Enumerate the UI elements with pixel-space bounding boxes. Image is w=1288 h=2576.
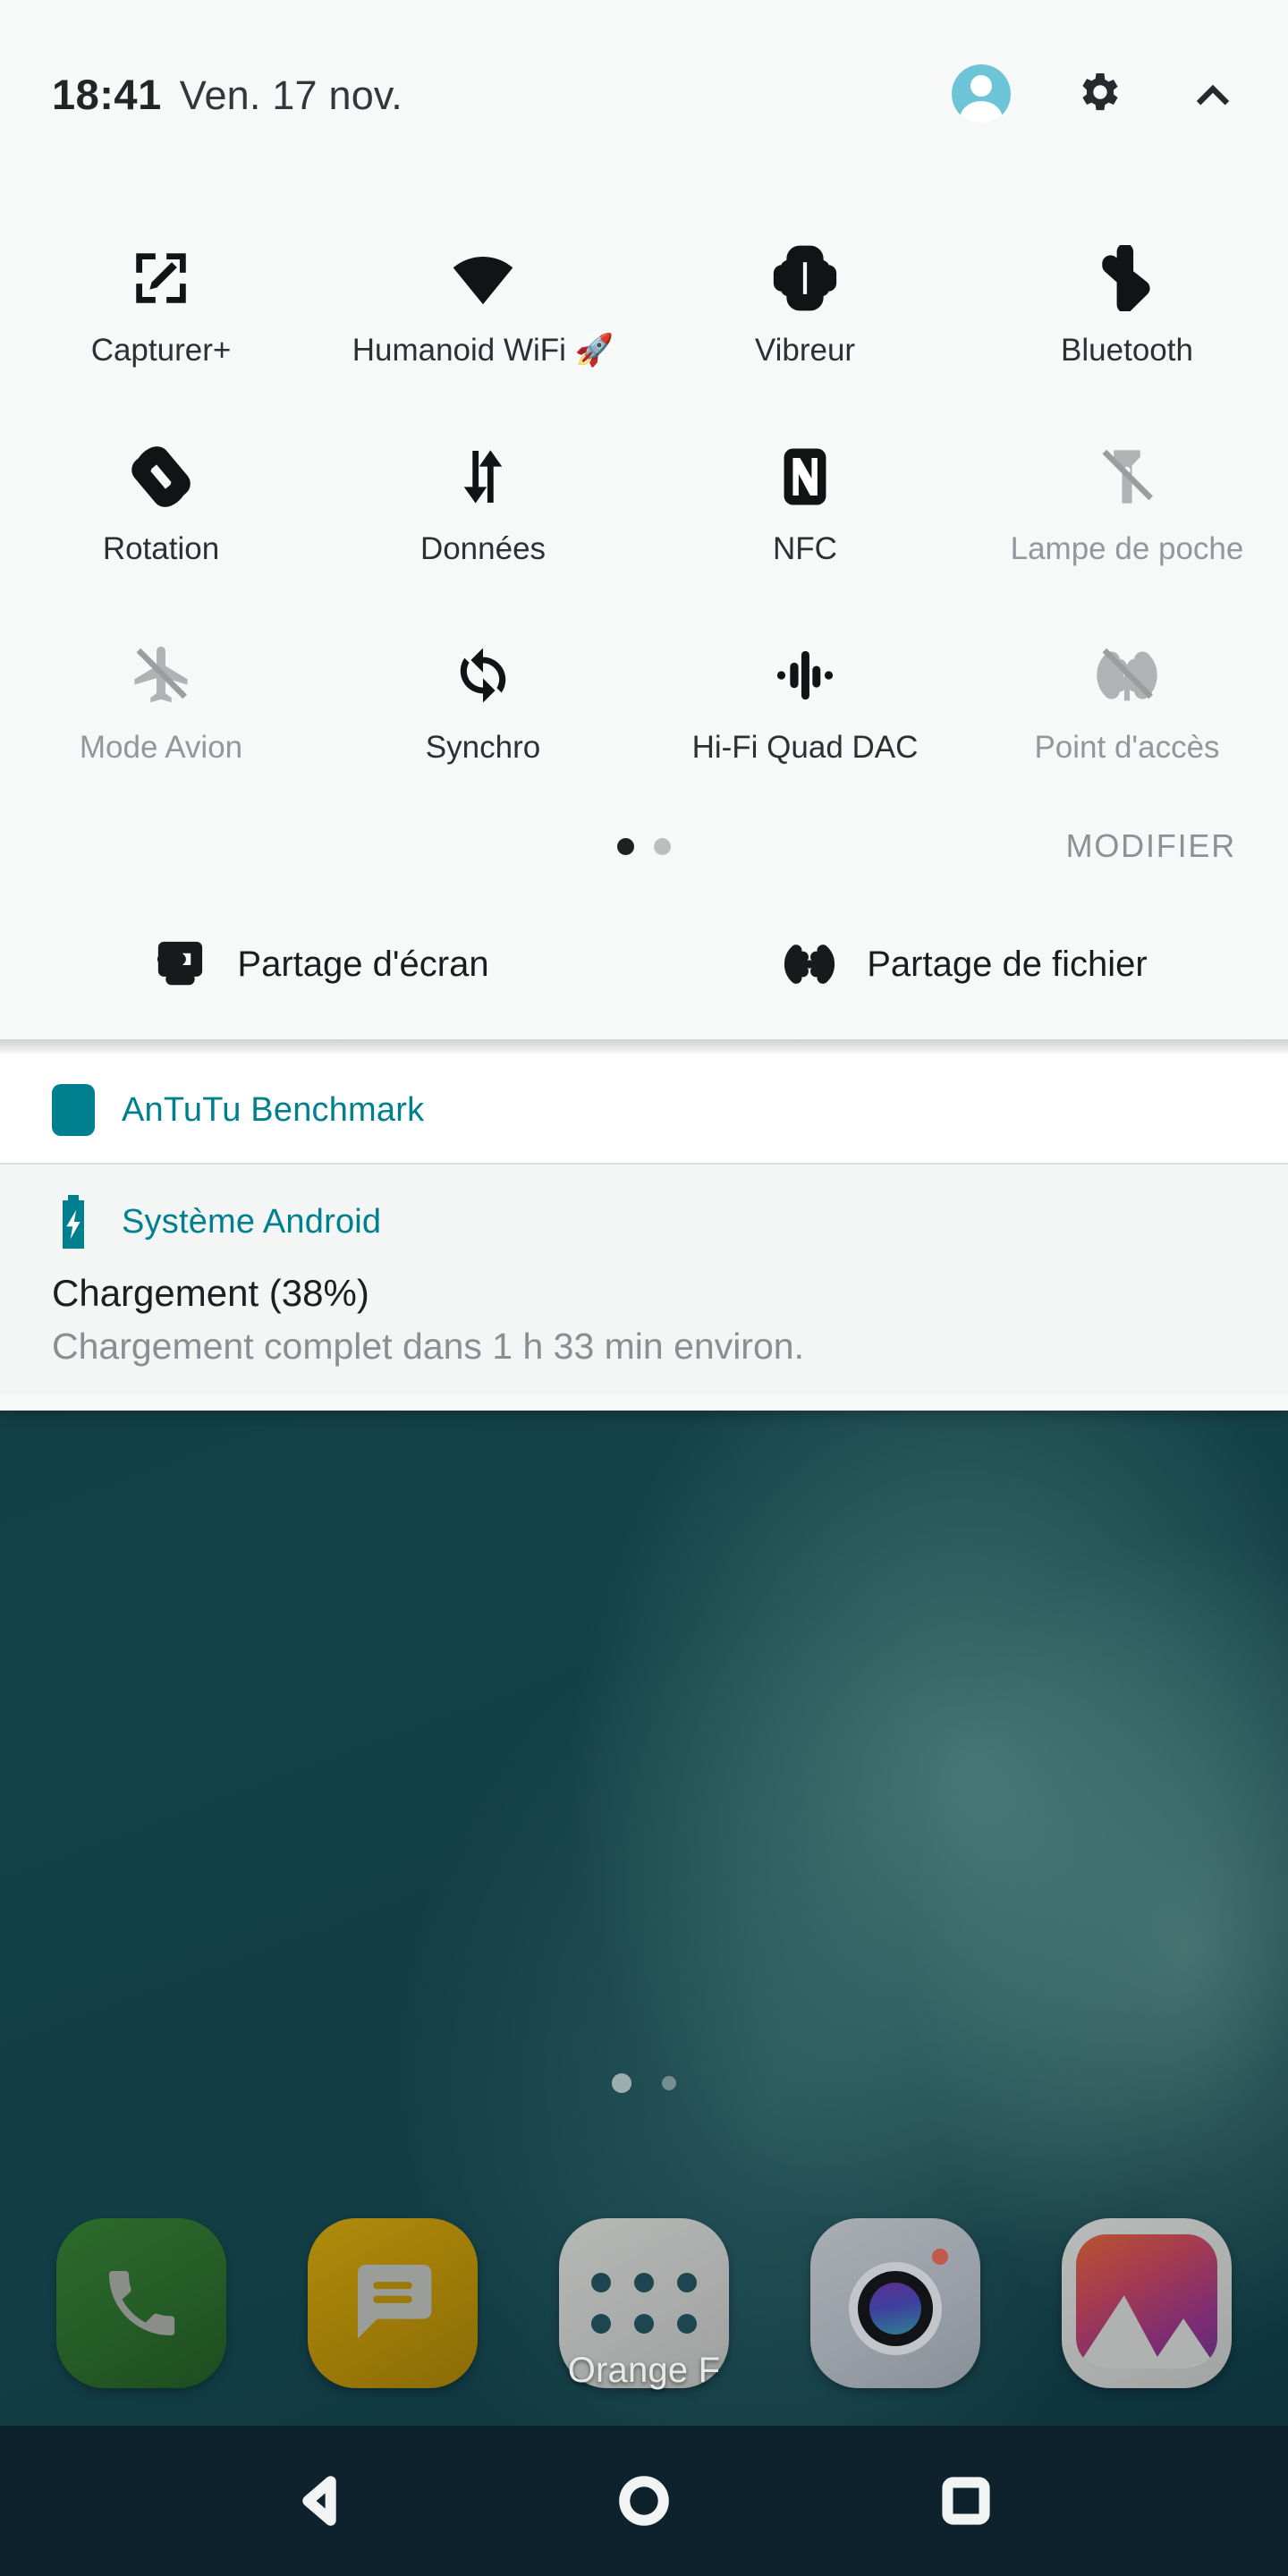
- qs-tile-lampe-de-poche[interactable]: Lampe de poche: [966, 406, 1288, 605]
- notification-header: AnTuTu Benchmark: [52, 1084, 1236, 1136]
- quick-settings-pager: MODIFIER: [0, 803, 1288, 889]
- chevron-up-icon[interactable]: [1190, 69, 1236, 120]
- hotspot-off-icon: [1094, 637, 1160, 714]
- vibrate-icon: [772, 240, 838, 317]
- gear-icon[interactable]: [1075, 67, 1125, 122]
- antutu-app-icon: [52, 1084, 95, 1136]
- user-avatar-icon[interactable]: [952, 64, 1011, 123]
- navigation-bar: [0, 2426, 1288, 2576]
- shade-drop-shadow: [0, 1039, 1288, 1054]
- status-date[interactable]: Ven. 17 nov.: [180, 72, 402, 119]
- airplane-off-icon: [128, 637, 194, 714]
- home-circle-icon[interactable]: [590, 2447, 698, 2555]
- android-notification-shade-screen: Orange F 18:41 Ven. 17 nov. Capturer+ Hu…: [0, 0, 1288, 2576]
- qs-tile-label: Humanoid WiFi 🚀: [352, 333, 614, 368]
- flashlight-off-icon: [1094, 438, 1160, 515]
- notification-systeme-android[interactable]: Système Android Chargement (38%) Chargem…: [0, 1165, 1288, 1394]
- file-share-icon: [784, 945, 835, 984]
- share-label: Partage d'écran: [237, 944, 489, 984]
- qs-tile-nfc[interactable]: NFC: [644, 406, 966, 605]
- status-time[interactable]: 18:41: [52, 70, 162, 119]
- home-page-dot-active[interactable]: [612, 2073, 631, 2093]
- quick-settings-shade: 18:41 Ven. 17 nov. Capturer+ Humanoid Wi…: [0, 0, 1288, 1411]
- battery-charging-icon: [63, 1195, 84, 1249]
- quick-settings-tiles: Capturer+ Humanoid WiFi 🚀 Vibreur Blueto…: [0, 188, 1288, 803]
- qs-tile-wifi[interactable]: Humanoid WiFi 🚀: [322, 208, 644, 406]
- nfc-icon: [772, 438, 838, 515]
- qs-tile-synchro[interactable]: Synchro: [322, 605, 644, 803]
- app-drawer-dots: [591, 2273, 697, 2334]
- waveform-icon: [772, 637, 838, 714]
- wifi-icon: [450, 240, 516, 317]
- qs-tile-rotation[interactable]: Rotation: [0, 406, 322, 605]
- qs-tile-label: Capturer+: [90, 333, 232, 368]
- notification-body: Chargement complet dans 1 h 33 min envir…: [52, 1326, 804, 1367]
- qs-tile-capturer-plus[interactable]: Capturer+: [0, 208, 322, 406]
- back-triangle-icon[interactable]: [268, 2447, 376, 2555]
- qs-page-dot-active[interactable]: [617, 837, 634, 855]
- clock-and-date[interactable]: 18:41 Ven. 17 nov.: [52, 70, 402, 119]
- home-page-indicator: [0, 2073, 1288, 2093]
- notification-list: AnTuTu Benchmark Système Android Chargem…: [0, 1054, 1288, 1394]
- notification-app-name: AnTuTu Benchmark: [122, 1090, 425, 1129]
- phone-handset-glyph: [109, 2271, 175, 2335]
- camera-flash-dot: [932, 2249, 948, 2265]
- notification-app-name: Système Android: [122, 1202, 382, 1241]
- qs-tile-donnees[interactable]: Données: [322, 406, 644, 605]
- home-page-dot-inactive[interactable]: [662, 2076, 676, 2090]
- qs-tile-label: Point d'accès: [1034, 730, 1220, 765]
- qs-tile-label: Données: [419, 531, 547, 566]
- shade-header-actions: [952, 64, 1236, 123]
- tile-row: Capturer+ Humanoid WiFi 🚀 Vibreur Blueto…: [0, 208, 1288, 406]
- qs-tile-point-d-acces[interactable]: Point d'accès: [966, 605, 1288, 803]
- screen-rotation-icon: [128, 438, 194, 515]
- qs-tile-label: Vibreur: [754, 333, 856, 368]
- screen-share-icon: [157, 941, 203, 986]
- qs-page-dot-inactive[interactable]: [654, 837, 671, 855]
- share-label: Partage de fichier: [867, 944, 1148, 984]
- share-shortcuts-row: Partage d'écran Partage de fichier: [0, 889, 1288, 1039]
- qs-tile-label: Mode Avion: [79, 730, 243, 765]
- bluetooth-icon: [1094, 240, 1160, 317]
- capture-plus-icon: [128, 240, 194, 317]
- shade-header: 18:41 Ven. 17 nov.: [0, 0, 1288, 188]
- recents-square-icon[interactable]: [912, 2447, 1020, 2555]
- qs-tile-label: Bluetooth: [1061, 333, 1193, 368]
- sync-icon: [450, 637, 516, 714]
- qs-tile-mode-avion[interactable]: Mode Avion: [0, 605, 322, 803]
- qs-tile-label: Hi-Fi Quad DAC: [691, 730, 919, 765]
- qs-tile-vibreur[interactable]: Vibreur: [644, 208, 966, 406]
- file-share-button[interactable]: Partage de fichier: [644, 939, 1288, 989]
- notification-antutu[interactable]: AnTuTu Benchmark: [0, 1054, 1288, 1163]
- qs-tile-label: Synchro: [425, 730, 541, 765]
- qs-tile-label: Lampe de poche: [1010, 531, 1244, 566]
- tile-row: Rotation Données NFC Lampe de poche: [0, 406, 1288, 605]
- qs-page-indicator: [0, 837, 1288, 855]
- mobile-data-icon: [450, 438, 516, 515]
- screen-share-button[interactable]: Partage d'écran: [0, 939, 644, 989]
- speech-bubble-glyph: [358, 2265, 432, 2339]
- carrier-name: Orange F: [567, 2351, 721, 2390]
- notification-header: Système Android: [52, 1195, 1236, 1249]
- notification-title: Chargement (38%): [52, 1272, 369, 1314]
- qs-tile-label: NFC: [773, 531, 837, 566]
- qs-tile-hifi-quad-dac[interactable]: Hi-Fi Quad DAC: [644, 605, 966, 803]
- tile-row: Mode Avion Synchro Hi-Fi Quad DAC Point …: [0, 605, 1288, 803]
- qs-tile-label: Rotation: [102, 531, 220, 566]
- qs-tile-bluetooth[interactable]: Bluetooth: [966, 208, 1288, 406]
